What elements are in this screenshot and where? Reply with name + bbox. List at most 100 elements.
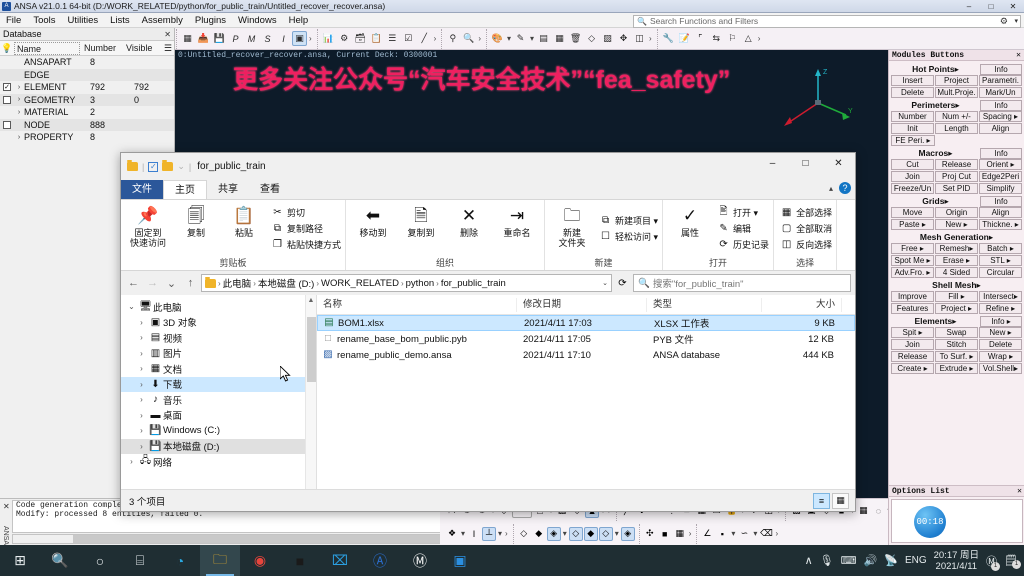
ansa-app[interactable]: Ⓐ xyxy=(360,545,400,576)
ribbon-small-button[interactable]: ✂ 剪切 xyxy=(271,205,341,219)
menu-file[interactable]: File xyxy=(0,15,27,26)
module-info-button[interactable]: Info xyxy=(980,147,1022,159)
tree-twisty-icon[interactable]: › xyxy=(125,457,138,466)
loop-measure-icon[interactable]: ⌫ xyxy=(759,527,773,541)
column-header-name[interactable]: 名称 xyxy=(317,297,517,312)
vscode-app[interactable]: ⌧ xyxy=(320,545,360,576)
tab-view[interactable]: 查看 xyxy=(249,180,291,199)
navigation-scrollbar[interactable]: ▲ ▼ xyxy=(305,295,316,510)
module-section-header[interactable]: Elements▸ Info ▸ xyxy=(891,315,1022,327)
database-row[interactable]: › MATERIAL 2 xyxy=(0,106,174,119)
ansa-close-button[interactable]: ✕ xyxy=(1002,0,1024,13)
module-button[interactable]: Swap xyxy=(935,327,978,338)
chevron-up-icon[interactable]: ∧ xyxy=(805,554,813,567)
save-tool-icon[interactable]: 💾 xyxy=(212,31,227,46)
toolbar-overflow-arrow[interactable]: › xyxy=(309,34,312,43)
panel-icon[interactable]: ◫ xyxy=(632,31,647,46)
ansa-window-controls[interactable]: – □ ✕ xyxy=(958,0,1024,13)
zoom-overflow-arrow[interactable]: › xyxy=(478,34,481,43)
explorer-search-input[interactable]: 🔍 搜索"for_public_train" xyxy=(633,274,851,292)
module-button[interactable]: Mult.Proje. xyxy=(935,87,978,98)
module-button[interactable]: Origin xyxy=(935,207,978,218)
tree-item[interactable]: › ♪ 音乐 xyxy=(121,392,316,408)
clipboard-icon[interactable]: 📋 xyxy=(369,31,384,46)
cortana-button[interactable]: ○ xyxy=(80,545,120,576)
scrollbar-thumb[interactable] xyxy=(73,535,473,543)
breadcrumb-item[interactable]: 此电脑 xyxy=(223,276,252,290)
angle-measure-icon[interactable]: ∠ xyxy=(700,527,714,541)
module-button[interactable]: Circular xyxy=(979,267,1022,278)
module-button[interactable]: To Surf. ▸ xyxy=(935,351,978,362)
ribbon-button[interactable]: ⬅ 移动到 xyxy=(350,202,396,254)
database-row[interactable]: ANSAPART 8 xyxy=(0,56,174,69)
module-button[interactable]: Release xyxy=(935,159,978,170)
settings-green-icon[interactable]: ⚙ xyxy=(337,31,352,46)
scrollbar-thumb[interactable] xyxy=(307,317,316,382)
keyboard-icon[interactable]: ⌨ xyxy=(841,554,857,567)
column-visible[interactable]: Visible xyxy=(124,43,162,53)
brush-dropdown-arrow[interactable]: ▾ xyxy=(530,34,534,43)
grid-tool-icon[interactable]: ▦ xyxy=(180,31,195,46)
display-app[interactable]: ▣ xyxy=(440,545,480,576)
ribbon-small-button[interactable]: ⧉ 复制路径 xyxy=(271,221,341,235)
paint-dropdown-arrow[interactable]: ▾ xyxy=(507,34,511,43)
module-button[interactable]: Edge2Peri xyxy=(979,171,1022,182)
module-button[interactable]: Refine ▸ xyxy=(979,303,1022,314)
tree-item[interactable]: › 💾 本地磁盘 (D:) xyxy=(121,438,316,454)
text-cursor-icon[interactable]: I xyxy=(467,527,481,541)
edge-app[interactable]: ◔ xyxy=(160,545,200,576)
tree-item[interactable]: › ▥ 图片 xyxy=(121,346,316,362)
ribbon-button[interactable]: 📌 固定到 快速访问 xyxy=(125,202,171,254)
module-section-header[interactable]: Macros▸ Info xyxy=(891,147,1022,159)
green-overflow-arrow[interactable]: › xyxy=(434,34,437,43)
tree-twisty-icon[interactable]: › xyxy=(135,318,148,327)
column-header-type[interactable]: 类型 xyxy=(647,297,762,312)
module-button[interactable]: Proj Cut xyxy=(935,171,978,182)
task-view-button[interactable]: ⌸ xyxy=(120,545,160,576)
ribbon-button[interactable]: ⇥ 重命名 xyxy=(494,202,540,254)
module-button[interactable]: Improve xyxy=(891,291,934,302)
move-icon[interactable]: ✥ xyxy=(616,31,631,46)
module-button[interactable]: Stitch xyxy=(935,339,978,350)
module-button[interactable]: Wrap ▸ xyxy=(979,351,1022,362)
tree-twisty-icon[interactable]: › xyxy=(135,395,148,404)
module-button[interactable]: Orient ▸ xyxy=(979,159,1022,170)
point-dropdown-arrow[interactable]: ▾ xyxy=(731,529,735,538)
add-part-icon[interactable]: 📊 xyxy=(321,31,336,46)
edit-icon[interactable]: 📝 xyxy=(677,31,692,46)
menu-assembly[interactable]: Assembly xyxy=(136,15,189,26)
menu-utilities[interactable]: Utilities xyxy=(62,15,105,26)
wrench-icon[interactable]: 🔧 xyxy=(661,31,676,46)
checkbox-icon[interactable] xyxy=(3,120,11,129)
expand-arrow-icon[interactable]: › xyxy=(14,84,24,91)
language-indicator[interactable]: ENG xyxy=(905,555,927,566)
qat-dropdown-icon[interactable]: ⌄ xyxy=(177,161,185,172)
module-button[interactable]: Delete xyxy=(979,339,1022,350)
ribbon-small-button[interactable]: ☐ 轻松访问 ▾ xyxy=(599,229,658,243)
folder-icon[interactable] xyxy=(127,160,138,171)
tree-twisty-icon[interactable]: › xyxy=(135,364,148,373)
ribbon-button[interactable]: 🗀 新建 文件夹 xyxy=(549,202,595,254)
module-button[interactable]: Num +/- xyxy=(935,111,978,122)
module-button[interactable]: FE Peri. ▸ xyxy=(891,135,935,146)
swap-icon[interactable]: ⇆ xyxy=(709,31,724,46)
trash-icon[interactable]: 🗑 xyxy=(568,31,583,46)
network-icon[interactable]: 📡 xyxy=(884,554,898,567)
cursor-overflow-arrow[interactable]: › xyxy=(505,529,508,538)
module-button[interactable]: Project ▸ xyxy=(935,303,978,314)
database-row[interactable]: › PROPERTY 8 xyxy=(0,131,174,144)
tab-home[interactable]: 主页 xyxy=(163,180,207,199)
tree-item[interactable]: › 🖧 网络 xyxy=(121,454,316,470)
breadcrumb-item[interactable]: 本地磁盘 (D:) xyxy=(258,276,314,290)
tree-item[interactable]: › ▤ 视频 xyxy=(121,330,316,346)
forward-button[interactable]: → xyxy=(144,275,161,292)
module-button[interactable]: New ▸ xyxy=(979,327,1022,338)
module-button[interactable]: Align xyxy=(979,207,1022,218)
checkbox-icon[interactable]: ✓ xyxy=(148,161,159,172)
tree-twisty-icon[interactable]: › xyxy=(135,349,148,358)
ribbon-button[interactable]: 🗎 复制到 xyxy=(398,202,444,254)
module-button[interactable]: Number xyxy=(891,111,934,122)
module-button[interactable]: Freeze/Un xyxy=(891,183,934,194)
breadcrumb-item[interactable]: for_public_train xyxy=(441,278,506,289)
start-button[interactable]: ⊞ xyxy=(0,545,40,576)
